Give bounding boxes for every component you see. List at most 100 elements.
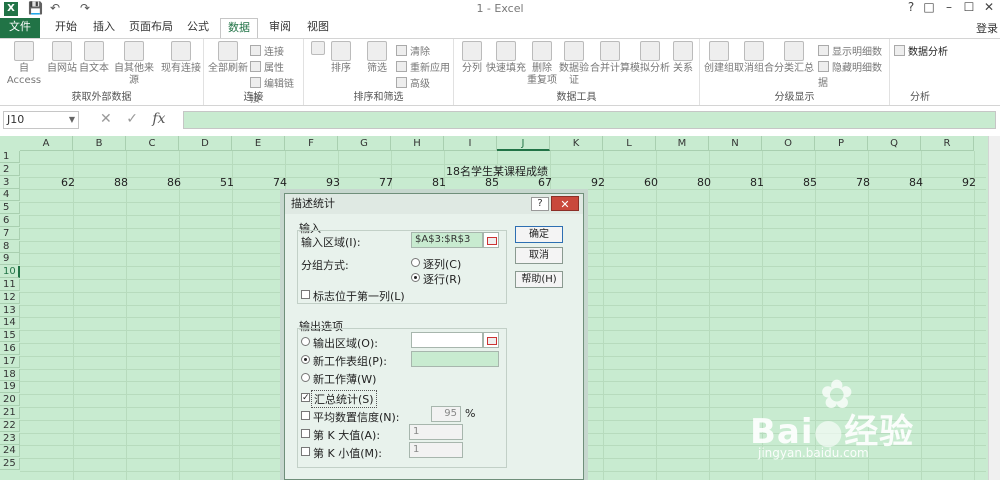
column-header[interactable]: Q xyxy=(868,136,921,151)
score-cell[interactable]: 78 xyxy=(815,176,870,189)
row-header[interactable]: 13 xyxy=(0,304,20,317)
row-header[interactable]: 9 xyxy=(0,253,20,266)
dialog-close-icon[interactable]: ✕ xyxy=(551,196,579,211)
hide-detail-button[interactable]: 隐藏明细数据 xyxy=(818,59,889,89)
score-cell[interactable]: 86 xyxy=(126,176,181,189)
input-range-ref-icon[interactable] xyxy=(483,232,499,248)
help-button[interactable]: 帮助(H) xyxy=(515,271,563,288)
column-header[interactable]: B xyxy=(73,136,126,151)
column-header[interactable]: K xyxy=(550,136,603,151)
row-header[interactable]: 23 xyxy=(0,432,20,445)
formula-input[interactable] xyxy=(183,111,996,129)
refresh-all-button[interactable]: 全部刷新 xyxy=(208,41,248,75)
by-row-radio[interactable] xyxy=(411,273,420,282)
kth-smallest-field[interactable]: 1 xyxy=(409,442,463,458)
score-cell[interactable]: 74 xyxy=(232,176,287,189)
column-header[interactable]: R xyxy=(921,136,974,151)
column-header[interactable]: G xyxy=(338,136,391,151)
row-header[interactable]: 16 xyxy=(0,343,20,355)
output-range-field[interactable] xyxy=(411,332,483,348)
score-cell[interactable]: 51 xyxy=(179,176,234,189)
column-header[interactable]: I xyxy=(444,136,497,151)
row-header[interactable]: 6 xyxy=(0,215,20,227)
row-header[interactable]: 22 xyxy=(0,419,20,432)
row-header[interactable]: 18 xyxy=(0,368,20,381)
score-cell[interactable]: 80 xyxy=(656,176,711,189)
row-header[interactable]: 10 xyxy=(0,266,20,279)
column-header[interactable]: C xyxy=(126,136,179,151)
output-range-radio[interactable] xyxy=(301,337,310,346)
score-cell[interactable]: 88 xyxy=(73,176,128,189)
enter-icon[interactable]: ✓ xyxy=(126,111,138,127)
data-validation-button[interactable]: 数据验 证 xyxy=(558,41,590,87)
clear-filter-button[interactable]: 清除 xyxy=(396,43,430,58)
sort-button[interactable]: 排序 xyxy=(328,41,354,75)
text-to-columns-button[interactable]: 分列 xyxy=(458,41,486,75)
new-sheet-radio[interactable] xyxy=(301,355,310,364)
row-header[interactable]: 3 xyxy=(0,176,20,189)
sort-az-icon[interactable] xyxy=(308,41,328,57)
column-header[interactable]: M xyxy=(656,136,709,151)
new-workbook-radio[interactable] xyxy=(301,373,310,382)
kth-smallest-checkbox[interactable] xyxy=(301,447,310,456)
row-header[interactable]: 4 xyxy=(0,189,20,202)
name-box[interactable]: J10 ▼ xyxy=(3,111,79,129)
cancel-icon[interactable]: ✕ xyxy=(100,111,112,127)
data-analysis-button[interactable]: 数据分析 xyxy=(894,43,948,58)
vertical-scrollbar[interactable] xyxy=(988,136,1000,480)
input-range-field[interactable]: $A$3:$R$3 xyxy=(411,232,483,248)
row-header[interactable]: 11 xyxy=(0,279,20,291)
filter-button[interactable]: 筛选 xyxy=(362,41,392,75)
relationships-button[interactable]: 关系 xyxy=(670,41,696,75)
score-cell[interactable]: 92 xyxy=(921,176,976,189)
column-header[interactable]: E xyxy=(232,136,285,151)
chevron-down-icon[interactable]: ▼ xyxy=(69,112,75,128)
row-header[interactable]: 2 xyxy=(0,163,20,176)
from-web-button[interactable]: 自网站 xyxy=(46,41,78,75)
tab-home[interactable]: 开始 xyxy=(48,18,84,38)
tab-file[interactable]: 文件 xyxy=(0,18,40,38)
tab-formulas[interactable]: 公式 xyxy=(180,18,216,38)
score-cell[interactable]: 60 xyxy=(603,176,658,189)
score-cell[interactable]: 93 xyxy=(285,176,340,189)
score-cell[interactable]: 81 xyxy=(391,176,446,189)
row-header[interactable]: 19 xyxy=(0,381,20,394)
tab-view[interactable]: 视图 xyxy=(300,18,336,38)
row-header[interactable]: 14 xyxy=(0,317,20,330)
confidence-checkbox[interactable] xyxy=(301,411,310,420)
tab-insert[interactable]: 插入 xyxy=(86,18,122,38)
login-link[interactable]: 登录 xyxy=(976,20,998,36)
confidence-field[interactable]: 95 xyxy=(431,406,461,422)
row-header[interactable]: 20 xyxy=(0,394,20,407)
ungroup-button[interactable]: 取消组合 xyxy=(734,41,774,75)
restore-ribbon-icon[interactable]: □ xyxy=(918,0,940,14)
score-cell[interactable]: 85 xyxy=(444,176,499,189)
column-header[interactable]: D xyxy=(179,136,232,151)
row-header[interactable]: 17 xyxy=(0,355,20,368)
output-range-ref-icon[interactable] xyxy=(483,332,499,348)
reapply-button[interactable]: 重新应用 xyxy=(396,59,450,74)
column-header[interactable]: F xyxy=(285,136,338,151)
tab-data[interactable]: 数据 xyxy=(220,18,258,39)
row-header[interactable]: 21 xyxy=(0,407,20,419)
remove-duplicates-button[interactable]: 删除 重复项 xyxy=(526,41,558,87)
properties-button[interactable]: 属性 xyxy=(250,59,284,74)
ok-button[interactable]: 确定 xyxy=(515,226,563,243)
from-text-button[interactable]: 自文本 xyxy=(78,41,110,75)
from-access-button[interactable]: 自 Access xyxy=(4,41,44,87)
score-cell[interactable]: 67 xyxy=(497,176,552,189)
row-header[interactable]: 8 xyxy=(0,240,20,253)
score-cell[interactable]: 62 xyxy=(20,176,75,189)
score-cell[interactable]: 85 xyxy=(762,176,817,189)
group-button[interactable]: 创建组 xyxy=(704,41,734,75)
flash-fill-button[interactable]: 快速填充 xyxy=(486,41,526,75)
labels-first-col-checkbox[interactable] xyxy=(301,290,310,299)
column-header[interactable]: A xyxy=(20,136,73,151)
minimize-icon[interactable]: – xyxy=(938,0,960,14)
column-header[interactable]: P xyxy=(815,136,868,151)
close-icon[interactable]: ✕ xyxy=(978,0,1000,14)
row-header[interactable]: 7 xyxy=(0,227,20,240)
dialog-help-icon[interactable]: ? xyxy=(531,197,549,211)
row-header[interactable]: 24 xyxy=(0,445,20,458)
existing-connections-button[interactable]: 现有连接 xyxy=(160,41,202,75)
